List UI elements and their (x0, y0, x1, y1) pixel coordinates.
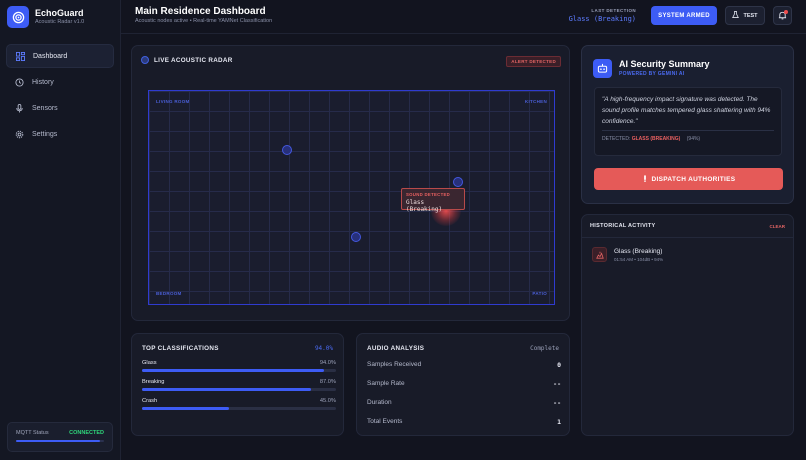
classification-value: 45.0% (319, 398, 336, 404)
mqtt-status-label: MQTT Status (16, 430, 49, 436)
classification-name: Breaking (142, 379, 165, 385)
audio-value: 1 (557, 418, 561, 426)
classification-name: Glass (142, 360, 157, 366)
history-item-name: Glass (Breaking) (614, 247, 663, 255)
audio-value: -- (553, 399, 561, 407)
classification-value: 94.0% (319, 360, 336, 366)
mqtt-status-bar (16, 440, 104, 442)
page-subtitle: Acoustic nodes active • Real-time YAMNet… (135, 18, 273, 24)
detection-marker[interactable]: SOUND DETECTED Glass (Breaking) (401, 188, 465, 213)
classification-row: Glass 94.0% (142, 360, 336, 372)
sidebar-item-dashboard[interactable]: Dashboard (6, 44, 114, 68)
microphone-icon (15, 104, 24, 113)
audio-row: Duration -- (367, 399, 561, 407)
live-radar-card: LIVE ACOUSTIC RADAR ALERT DETECTED LIVIN… (131, 45, 570, 321)
historical-activity-card: HISTORICAL ACTIVITY CLEAR Glass (Breakin… (581, 214, 794, 436)
header: Main Residence Dashboard Acoustic nodes … (121, 0, 806, 34)
gear-icon (15, 130, 24, 139)
notification-badge (784, 10, 788, 14)
glass-break-icon (592, 247, 607, 262)
dispatch-label: DISPATCH AUTHORITIES (651, 175, 736, 183)
history-title: HISTORICAL ACTIVITY (590, 223, 656, 229)
brand: EchoGuard Acoustic Radar v1.0 (7, 6, 84, 28)
zone-kitchen: KITCHEN (524, 99, 547, 104)
history-item-meta: 01:54 AM • 104dB • 94% (614, 256, 664, 262)
ai-summary-text: "A high-frequency impact signature was d… (602, 96, 771, 125)
ai-subtitle: POWERED BY GEMINI AI (619, 71, 685, 77)
classification-bar (142, 369, 325, 372)
sidebar-item-history[interactable]: History (6, 70, 114, 94)
alert-icon (642, 174, 648, 184)
ai-detected: DETECTED: GLASS (BREAKING) (94%) (602, 136, 774, 142)
sidebar: EchoGuard Acoustic Radar v1.0 Dashboard … (0, 0, 121, 460)
robot-icon (593, 59, 612, 78)
audio-label: Total Events (367, 418, 403, 425)
last-detection-value: Glass (Breaking) (568, 15, 636, 23)
classification-value: 87.0% (319, 379, 336, 385)
top-classification-pct: 94.0% (314, 345, 333, 352)
audio-status: Complete (530, 345, 559, 352)
sidebar-nav: Dashboard History Sensors Settings (6, 44, 114, 149)
radar-indicator-icon (141, 56, 149, 64)
sidebar-item-label: History (32, 78, 54, 86)
detection-label: SOUND DETECTED (406, 192, 451, 197)
audio-row: Samples Received 0 (367, 361, 561, 369)
last-detection: LAST DETECTION Glass (Breaking) (569, 8, 636, 23)
notifications-button[interactable] (773, 6, 792, 25)
system-armed-button[interactable]: SYSTEM ARMED (651, 6, 717, 25)
grid-icon (16, 51, 25, 61)
audio-row: Sample Rate -- (367, 380, 561, 388)
mqtt-status-value: CONNECTED (69, 430, 104, 436)
brand-subtitle: Acoustic Radar v1.0 (35, 19, 85, 25)
ai-detected-value: GLASS (BREAKING) (631, 136, 681, 142)
zone-bedroom: BEDROOM (156, 291, 182, 296)
audio-analysis-card: AUDIO ANALYSIS Complete Samples Received… (356, 333, 570, 436)
history-icon (15, 78, 24, 87)
ai-summary-card: AI Security Summary POWERED BY GEMINI AI… (581, 45, 794, 204)
sensor-node[interactable] (453, 177, 463, 187)
audio-label: Samples Received (367, 361, 422, 368)
audio-label: Sample Rate (367, 380, 405, 387)
detection-value: Glass (Breaking) (406, 199, 443, 213)
sidebar-item-settings[interactable]: Settings (6, 123, 114, 147)
alert-badge: ALERT DETECTED (506, 56, 561, 67)
top-classifications-card: TOP CLASSIFICATIONS 94.0% Glass 94.0% Bre… (131, 333, 344, 436)
test-button-label: TEST (743, 12, 758, 19)
beaker-icon (732, 11, 740, 20)
page-title: Main Residence Dashboard (135, 6, 266, 17)
classifications-title: TOP CLASSIFICATIONS (142, 345, 219, 352)
clear-history-button[interactable]: CLEAR (770, 224, 786, 229)
sidebar-item-label: Dashboard (33, 52, 68, 60)
radar-title: LIVE ACOUSTIC RADAR (154, 56, 233, 64)
sensor-node[interactable] (282, 145, 292, 155)
classification-bar (142, 388, 311, 391)
last-detection-label: LAST DETECTION (591, 8, 636, 13)
audio-title: AUDIO ANALYSIS (367, 345, 425, 352)
sidebar-item-label: Settings (32, 131, 58, 139)
dispatch-authorities-button[interactable]: DISPATCH AUTHORITIES (594, 168, 783, 190)
brand-name: EchoGuard (35, 8, 84, 18)
audio-label: Duration (367, 399, 392, 406)
test-button[interactable]: TEST (725, 6, 765, 25)
ai-summary-text-box: "A high-frequency impact signature was d… (594, 87, 782, 156)
classification-row: Crash 45.0% (142, 398, 336, 410)
mqtt-status: MQTT Status CONNECTED (7, 422, 113, 452)
radar-area[interactable]: LIVING ROOM KITCHEN BEDROOM PATIO (148, 90, 555, 305)
ai-title: AI Security Summary (619, 59, 710, 69)
audio-row: Total Events 1 (367, 418, 561, 426)
radar-logo-icon (7, 6, 29, 28)
audio-value: -- (553, 380, 561, 388)
history-item[interactable]: Glass (Breaking) 01:54 AM • 104dB • 94% (592, 247, 663, 262)
classification-bar (142, 407, 230, 410)
audio-value: 0 (557, 361, 561, 369)
ai-detected-confidence: (94%) (686, 136, 701, 142)
classification-name: Crash (142, 398, 158, 404)
sidebar-item-label: Sensors (32, 105, 58, 113)
sidebar-item-sensors[interactable]: Sensors (6, 97, 114, 121)
sensor-node[interactable] (351, 232, 361, 242)
zone-living-room: LIVING ROOM (156, 99, 190, 104)
zone-patio: PATIO (532, 291, 547, 296)
classification-row: Breaking 87.0% (142, 379, 336, 391)
ai-detected-label: DETECTED: (602, 136, 631, 142)
